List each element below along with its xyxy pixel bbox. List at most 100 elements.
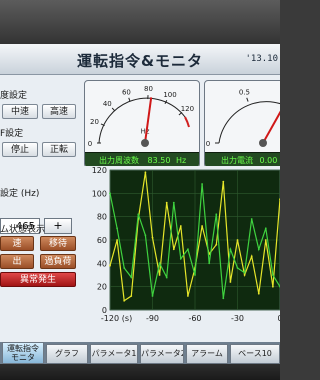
chart-point [179, 257, 182, 260]
chart-point [264, 227, 267, 230]
chart-x-tick-label: -120 [101, 314, 119, 323]
chart-point [215, 243, 218, 246]
tab-graph[interactable]: グラフ [46, 344, 88, 364]
chart-x-tick-label: -60 [188, 314, 201, 323]
chart-point [222, 180, 225, 183]
chart-point [144, 234, 147, 237]
frequency-gauge-dial: 0 20 40 60 80 100 120 Hz [88, 85, 194, 148]
status-display-label: ム状態表示 [0, 225, 46, 235]
chart-point [272, 285, 274, 288]
chart-point [116, 239, 118, 241]
chart-point [194, 274, 196, 276]
gauge-tick-mark [128, 97, 131, 102]
bezel-top [0, 0, 280, 45]
chart-y-tick-label: 40 [97, 259, 107, 268]
chart-point [151, 295, 154, 297]
chart-point [257, 248, 260, 251]
tab-bar: 運転指令 モニタ グラフ パラメータ1 パラメータ2 アラーム ベース10 [0, 342, 280, 364]
chart-x-tick-label: (s) [122, 314, 132, 323]
stop-button[interactable]: 停止 [2, 142, 38, 157]
chart-point [109, 192, 111, 195]
status-overload-indicator: 過負荷 [40, 254, 76, 269]
chart-point [165, 201, 168, 204]
chart-point [137, 213, 140, 216]
chart-point [243, 271, 246, 274]
chart-point [229, 281, 232, 283]
gauge-hub [141, 139, 149, 147]
chart-y-tick-label: 60 [97, 236, 107, 245]
chart-point [179, 225, 182, 227]
chart-y-tick-label: 20 [97, 283, 107, 292]
gauge-tick-label: 100 [163, 91, 176, 99]
chart-point [222, 297, 225, 300]
forward-run-button[interactable]: 正転 [42, 142, 76, 157]
chart-y-tick-label: 80 [97, 213, 107, 222]
frequency-gauge: 0 20 40 60 80 100 120 Hz 出力周波数 83.50 Hz [84, 80, 200, 168]
chart-point [236, 267, 239, 269]
gauge-tick-label: 40 [103, 100, 112, 108]
current-readout-label: 出力電流 [221, 156, 253, 165]
chart-point [151, 236, 154, 239]
chart-point [229, 248, 232, 251]
chart-point [130, 295, 133, 297]
trend-chart: 120100806040200 -120(s)-90-60-300 [84, 166, 280, 352]
chart-point [236, 239, 239, 241]
gauge-tick-label: 0 [206, 140, 210, 148]
gauge-tick-label: 20 [90, 118, 99, 126]
speed-setting-label: 度設定 [0, 91, 28, 101]
chart-y-tick-label: 120 [92, 166, 107, 175]
gauge-tick-label: 120 [181, 105, 194, 113]
chart-point [250, 218, 253, 220]
frequency-plus-button[interactable]: + [44, 218, 72, 234]
chart-point [123, 299, 126, 302]
chart-x-tick-label: -90 [146, 314, 159, 323]
status-standby-indicator: 移待 [40, 236, 76, 251]
chart-point [243, 274, 246, 276]
frequency-readout-value: 83.50 [147, 156, 171, 165]
tab-operation-monitor[interactable]: 運転指令 モニタ [2, 342, 44, 364]
chart-point [172, 248, 175, 251]
tab-parameter2[interactable]: パラメータ2 [140, 344, 184, 364]
chart-point [201, 183, 203, 185]
gauge-tick-label: 0.5 [239, 88, 250, 96]
chart-point [109, 264, 111, 267]
tab-base10[interactable]: ベース10 [230, 344, 280, 364]
run-setting-label: F設定 [0, 129, 24, 139]
datetime-display: '13.10 [245, 54, 278, 64]
gauge-needle [144, 97, 153, 144]
current-gauge-dial: 00.51 [206, 88, 280, 148]
title-bar: 運転指令&モニタ '13.10 [0, 44, 280, 75]
tab-parameter1[interactable]: パラメータ1 [90, 344, 138, 364]
current-gauge: 00.51 出力電流 0.00 [204, 80, 280, 168]
alarm-occurred-indicator: 異常発生 [0, 272, 76, 287]
chart-point [158, 262, 161, 265]
status-speed-indicator: 速 [0, 236, 34, 251]
gauge-tick-mark [111, 107, 116, 112]
bezel-bottom [0, 364, 280, 380]
chart-point [264, 239, 267, 241]
high-speed-button[interactable]: 高速 [42, 104, 76, 119]
left-control-panel: 度設定 中速 高速 F設定 停止 正転 設定 (Hz) 465 + ム状態表示 … [0, 76, 80, 326]
frequency-readout-unit: Hz [176, 156, 187, 165]
chart-point [165, 276, 168, 279]
gauge-tick-label: 0 [88, 140, 92, 148]
chart-point [116, 227, 118, 230]
chart-point [158, 274, 161, 276]
chart-point [130, 276, 133, 279]
chart-point [208, 262, 211, 265]
chart-point [187, 295, 189, 297]
tab-label: 運転指令 モニタ [7, 344, 39, 362]
gauge-tick-mark [246, 97, 249, 102]
chart-point [172, 201, 175, 204]
chart-point [250, 255, 253, 258]
gauge-hub [259, 139, 267, 147]
chart-point [272, 274, 274, 276]
medium-speed-button[interactable]: 中速 [2, 104, 38, 119]
gauge-tick-label: 60 [122, 88, 131, 96]
gauge-needle [262, 110, 280, 144]
chart-y-tick-label: 100 [92, 189, 107, 198]
page-title: 運転指令&モニタ [76, 52, 204, 70]
chart-point [187, 248, 189, 251]
tab-alarm[interactable]: アラーム [186, 344, 228, 364]
chart-x-tick-label: -30 [231, 314, 244, 323]
